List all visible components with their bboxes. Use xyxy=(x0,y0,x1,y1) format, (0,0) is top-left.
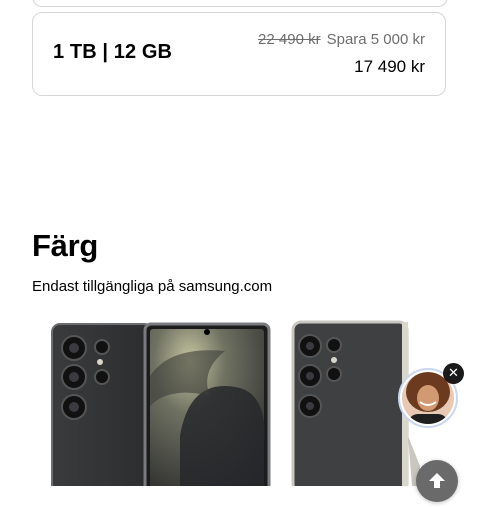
color-section-subtitle: Endast tillgängliga på samsung.com xyxy=(32,278,273,295)
scroll-to-top-button[interactable] xyxy=(416,460,458,502)
original-price: 22 490 kr xyxy=(258,31,321,48)
storage-option-card[interactable]: 1 TB | 12 GB 22 490 kr Spara 5 000 kr 17 … xyxy=(32,12,446,96)
previous-option-card[interactable] xyxy=(32,0,448,7)
storage-option-label: 1 TB | 12 GB xyxy=(53,41,173,63)
current-price: 17 490 kr xyxy=(354,57,425,76)
close-icon[interactable]: ✕ xyxy=(443,363,464,384)
color-section-title: Färg xyxy=(32,228,98,263)
savings-text: Spara 5 000 kr xyxy=(326,31,425,48)
phone-image-titanium-black[interactable] xyxy=(50,316,274,486)
arrow-up-icon xyxy=(429,473,445,488)
price-comparison: 22 490 kr Spara 5 000 kr xyxy=(258,31,425,48)
